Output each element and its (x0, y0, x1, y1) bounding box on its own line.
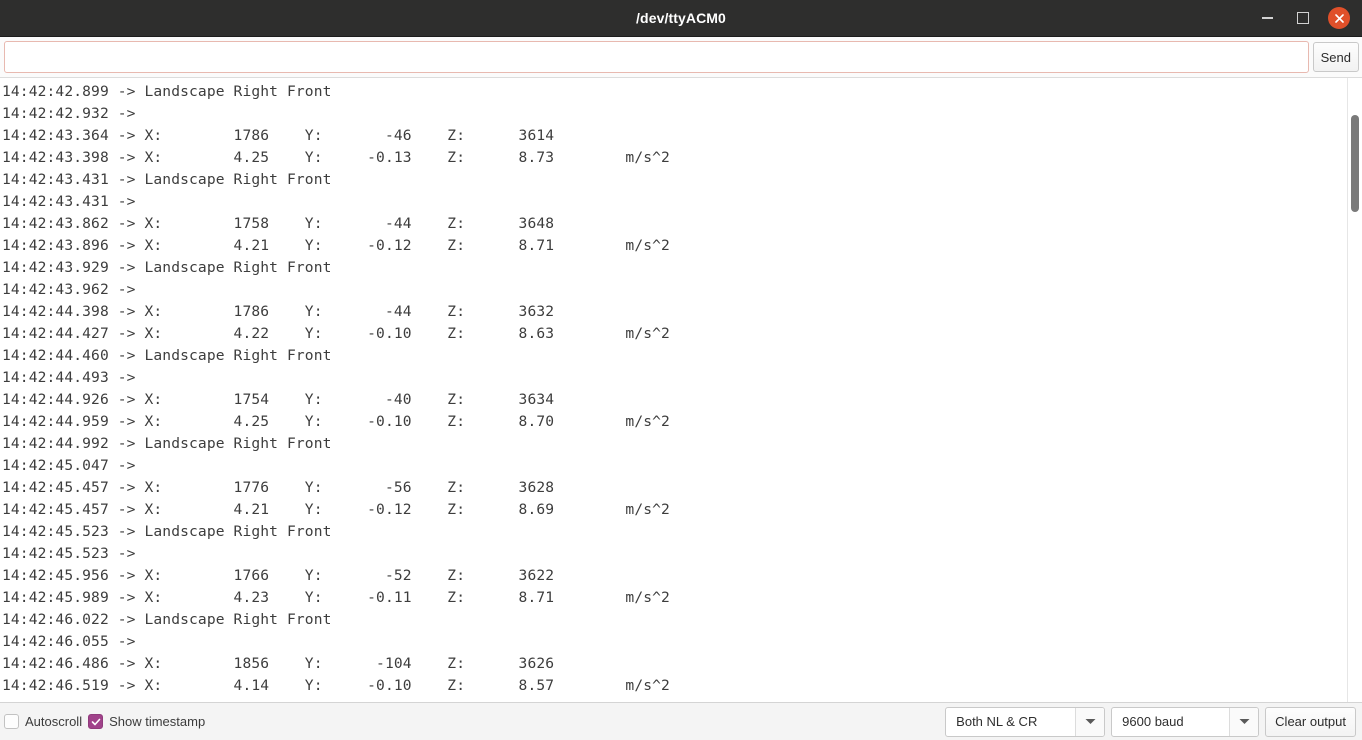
log-line: 14:42:42.932 -> (2, 105, 145, 122)
line-ending-dropdown[interactable]: Both NL & CR (945, 706, 1106, 737)
window-title: /dev/ttyACM0 (636, 10, 726, 26)
autoscroll-checkbox[interactable]: Autoscroll (4, 714, 82, 729)
chevron-down-icon[interactable] (1229, 707, 1259, 736)
serial-output-area: 14:42:42.899 -> Landscape Right Front 14:… (0, 77, 1362, 702)
log-line: 14:42:43.398 -> X: 4.25 Y: -0.13 Z: 8.73… (2, 149, 670, 166)
line-ending-value: Both NL & CR (956, 714, 1038, 729)
title-bar: /dev/ttyACM0 (0, 0, 1362, 37)
log-line: 14:42:44.959 -> X: 4.25 Y: -0.10 Z: 8.70… (2, 413, 670, 430)
vertical-scrollbar-thumb[interactable] (1351, 115, 1359, 212)
clear-output-button[interactable]: Clear output (1265, 706, 1356, 737)
log-line: 14:42:44.992 -> Landscape Right Front (2, 435, 332, 452)
serial-output-log[interactable]: 14:42:42.899 -> Landscape Right Front 14:… (0, 78, 1348, 702)
window-controls (1256, 7, 1362, 29)
log-line: 14:42:45.047 -> (2, 457, 145, 474)
baud-rate-dropdown[interactable]: 9600 baud (1111, 706, 1260, 737)
vertical-scrollbar[interactable] (1347, 78, 1362, 702)
log-line: 14:42:46.022 -> Landscape Right Front (2, 611, 332, 628)
baud-rate-value: 9600 baud (1122, 714, 1184, 729)
log-line: 14:42:43.431 -> (2, 193, 145, 210)
chevron-down-icon[interactable] (1075, 707, 1105, 736)
log-line: 14:42:42.899 -> Landscape Right Front (2, 83, 332, 100)
log-line: 14:42:44.398 -> X: 1786 Y: -44 Z: 3632 (2, 303, 555, 320)
log-line: 14:42:43.364 -> X: 1786 Y: -46 Z: 3614 (2, 127, 555, 144)
minimize-icon[interactable] (1256, 7, 1278, 29)
send-bar: Send (0, 37, 1362, 77)
autoscroll-label: Autoscroll (25, 714, 83, 729)
log-line: 14:42:45.457 -> X: 4.21 Y: -0.12 Z: 8.69… (2, 501, 670, 518)
log-line: 14:42:44.493 -> (2, 369, 145, 386)
log-line: 14:42:44.926 -> X: 1754 Y: -40 Z: 3634 (2, 391, 555, 408)
log-line: 14:42:45.989 -> X: 4.23 Y: -0.11 Z: 8.71… (2, 589, 670, 606)
log-line: 14:42:43.862 -> X: 1758 Y: -44 Z: 3648 (2, 215, 555, 232)
show-timestamp-checkbox[interactable]: Show timestamp (88, 714, 205, 729)
log-line: 14:42:46.519 -> X: 4.14 Y: -0.10 Z: 8.57… (2, 677, 670, 694)
log-line: 14:42:43.896 -> X: 4.21 Y: -0.12 Z: 8.71… (2, 237, 670, 254)
autoscroll-checkbox-box[interactable] (4, 714, 19, 729)
log-line: 14:42:45.956 -> X: 1766 Y: -52 Z: 3622 (2, 567, 555, 584)
send-button[interactable]: Send (1312, 42, 1359, 72)
status-bar: Autoscroll Show timestamp Both NL & CR 9… (0, 702, 1362, 740)
serial-monitor-window: /dev/ttyACM0 Send 14:42:42.899 -> Landsc… (0, 0, 1362, 740)
log-line: 14:42:43.929 -> Landscape Right Front (2, 259, 332, 276)
log-line: 14:42:45.457 -> X: 1776 Y: -56 Z: 3628 (2, 479, 555, 496)
show-timestamp-checkbox-box[interactable] (88, 714, 104, 729)
log-line: 14:42:43.431 -> Landscape Right Front (2, 171, 332, 188)
log-line: 14:42:46.055 -> (2, 633, 145, 650)
log-line: 14:42:45.523 -> Landscape Right Front (2, 523, 332, 540)
message-input[interactable] (4, 41, 1309, 73)
maximize-icon[interactable] (1292, 7, 1314, 29)
log-line: 14:42:44.427 -> X: 4.22 Y: -0.10 Z: 8.63… (2, 325, 670, 342)
log-line: 14:42:43.962 -> (2, 281, 145, 298)
log-line: 14:42:45.523 -> (2, 545, 145, 562)
close-icon[interactable] (1328, 7, 1350, 29)
log-line: 14:42:44.460 -> Landscape Right Front (2, 347, 332, 364)
log-line: 14:42:46.486 -> X: 1856 Y: -104 Z: 3626 (2, 655, 555, 672)
show-timestamp-label: Show timestamp (109, 714, 206, 729)
